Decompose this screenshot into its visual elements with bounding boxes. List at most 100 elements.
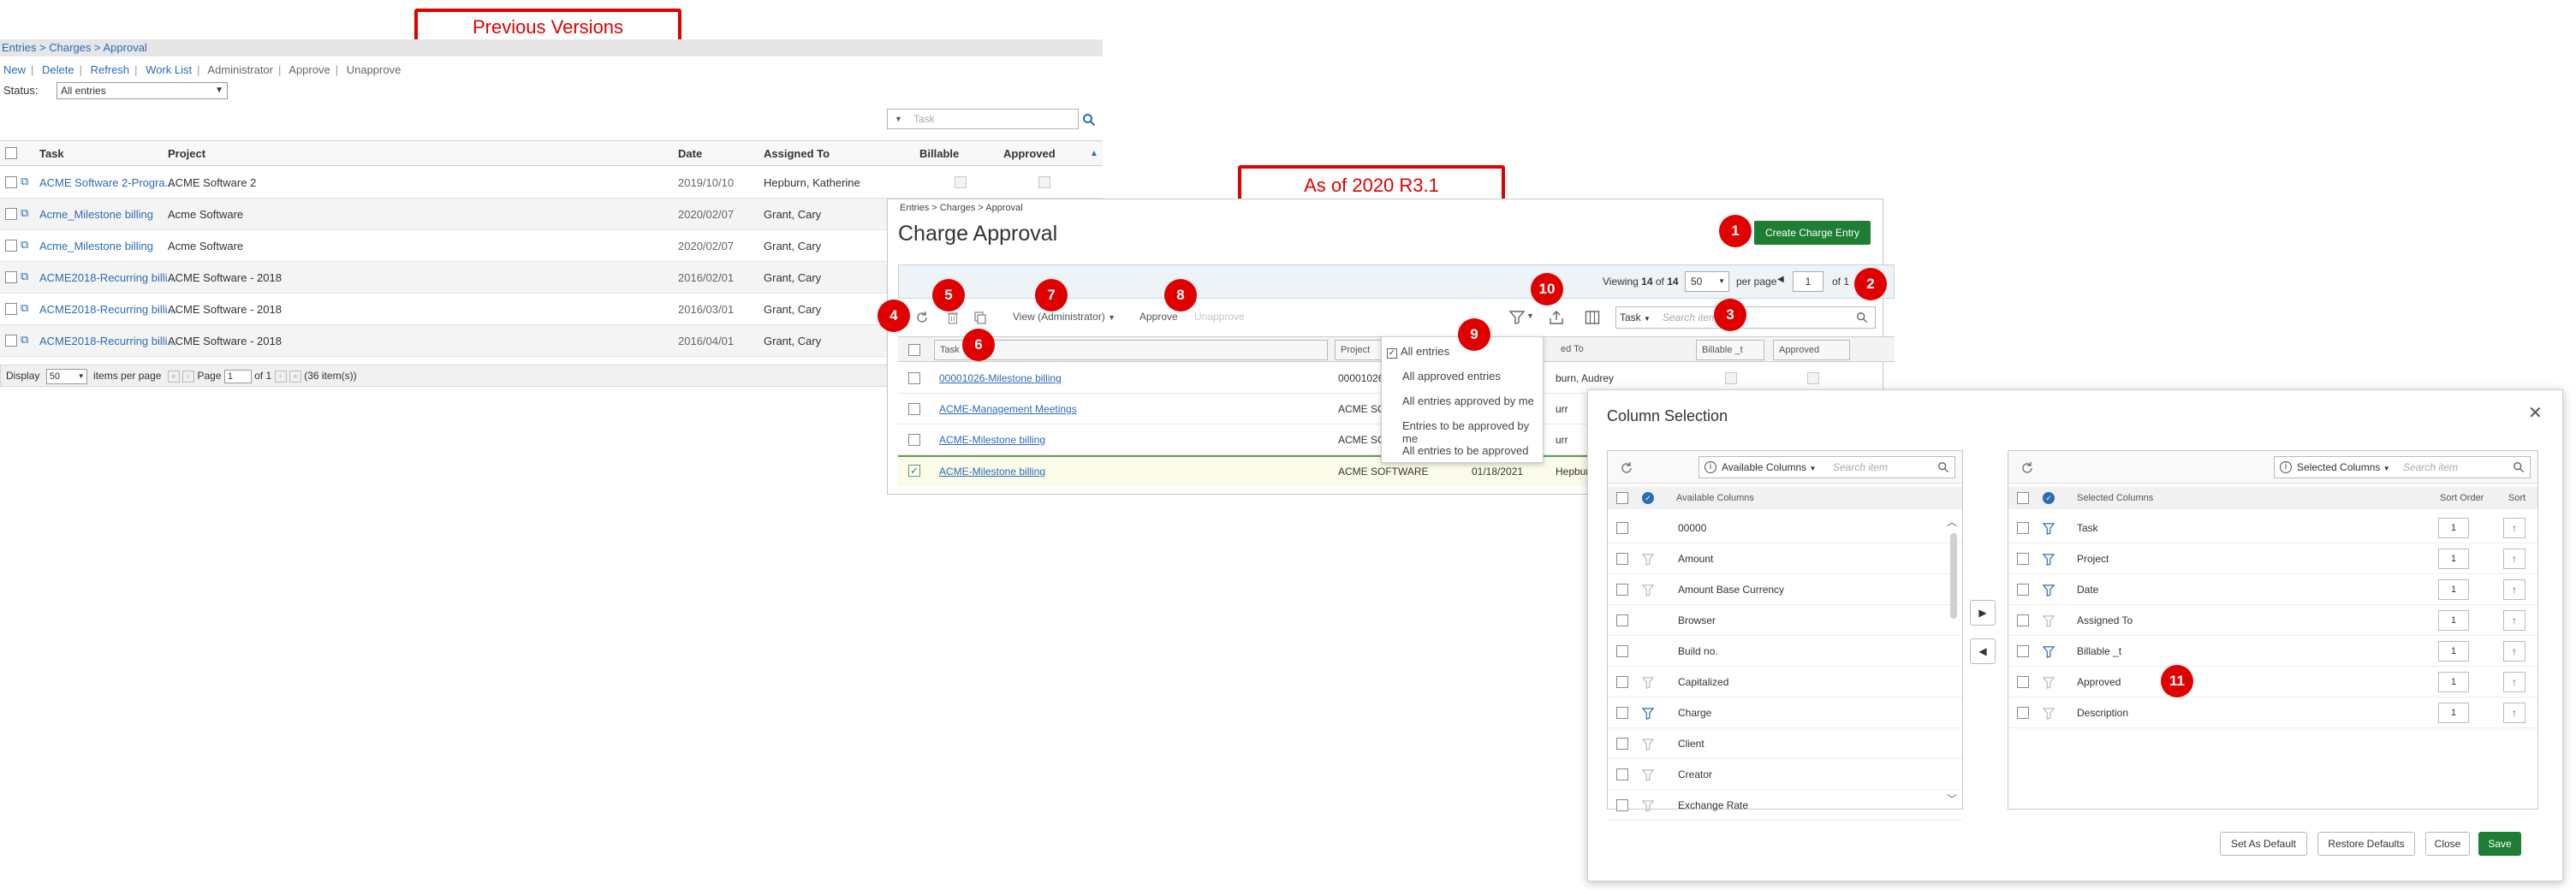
sort-arrow-icon[interactable]: ↑ (2503, 641, 2525, 662)
select-all-checkbox[interactable] (2017, 492, 2029, 504)
available-column-item[interactable]: Build no. (1608, 636, 1962, 667)
columns-icon[interactable] (1585, 310, 1600, 325)
old-col-billable[interactable]: Billable (919, 141, 959, 167)
old-col-date[interactable]: Date (678, 141, 702, 167)
filter-option-to-be-approved[interactable]: All entries to be approved (1402, 444, 1528, 457)
delete-icon[interactable] (946, 311, 960, 324)
row-checkbox[interactable] (1616, 645, 1628, 657)
sort-arrow-icon[interactable]: ↑ (2503, 549, 2525, 569)
available-dropdown[interactable]: Available Columns ▼ (1722, 461, 1816, 473)
old-task-search[interactable]: ▼ Task (887, 109, 1079, 129)
filter-option-all-entries[interactable]: ✓ All entries (1387, 345, 1449, 359)
available-column-item[interactable]: Creator (1608, 759, 1962, 790)
old-row-task[interactable]: Acme_Milestone billing (39, 199, 153, 230)
old-col-project[interactable]: Project (168, 141, 205, 167)
select-all-check-icon[interactable]: ✓ (1642, 492, 1654, 504)
first-page-icon[interactable]: « (167, 370, 180, 383)
available-column-item[interactable]: Charge (1608, 697, 1962, 728)
row-checkbox[interactable] (908, 434, 920, 446)
row-checkbox[interactable] (5, 208, 17, 220)
old-status-select[interactable]: All entries ▼ (57, 82, 228, 99)
search-icon[interactable] (2513, 461, 2525, 473)
sort-arrow-icon[interactable]: ↑ (2503, 518, 2525, 538)
export-icon[interactable] (1549, 310, 1564, 325)
old-row-task[interactable]: ACME Software 2-Progra... (39, 167, 175, 199)
create-charge-entry-button[interactable]: Create Charge Entry (1754, 221, 1871, 245)
old-table-row[interactable]: ⧉ ACME Software 2-Progra... ACME Softwar… (0, 167, 1103, 199)
scroll-down-icon[interactable]: ﹀ (1947, 792, 1957, 806)
filter-icon[interactable] (2042, 516, 2055, 547)
filter-icon[interactable] (1641, 732, 1655, 762)
row-checkbox[interactable] (1616, 738, 1628, 750)
new-row-task[interactable]: 00001026-Milestone billing (939, 363, 1062, 394)
selected-column-item[interactable]: Project 1 ↑ (2008, 543, 2537, 574)
unapprove-button[interactable]: Unapprove (1194, 311, 1245, 323)
close-icon[interactable]: ✕ (2528, 402, 2543, 424)
move-right-button[interactable]: ▶ (1970, 600, 1996, 626)
filter-icon[interactable] (2042, 670, 2055, 701)
new-row-task[interactable]: ACME-Management Meetings (939, 394, 1077, 424)
row-checkbox[interactable] (2017, 522, 2029, 534)
new-breadcrumb[interactable]: Entries > Charges > Approval (900, 203, 1023, 213)
old-display-select[interactable]: 50 ▼ (45, 368, 87, 384)
old-row-task[interactable]: ACME2018-Recurring billi... (39, 294, 176, 325)
old-menu-unapprove[interactable]: Unapprove (347, 63, 402, 76)
sort-order-input[interactable]: 1 (2438, 549, 2469, 569)
set-as-default-button[interactable]: Set As Default (2220, 832, 2307, 856)
filter-icon[interactable] (2042, 701, 2055, 732)
scrollbar-thumb[interactable] (1950, 533, 1957, 619)
filter-icon[interactable] (1641, 547, 1655, 578)
row-checkbox[interactable] (5, 303, 17, 315)
row-checkbox[interactable] (908, 403, 920, 415)
old-breadcrumb[interactable]: Entries > Charges > Approval (0, 39, 1103, 56)
copy-icon[interactable] (973, 311, 987, 324)
approve-button[interactable]: Approve (1139, 311, 1178, 323)
sort-order-input[interactable]: 1 (2438, 703, 2469, 723)
available-column-item[interactable]: Amount Base Currency (1608, 574, 1962, 605)
close-button[interactable]: Close (2425, 832, 2470, 856)
row-checkbox[interactable] (2017, 614, 2029, 626)
filter-icon[interactable] (1641, 701, 1655, 732)
select-all-checkbox[interactable] (1616, 492, 1628, 504)
row-checkbox[interactable] (5, 335, 17, 347)
sort-arrow-icon[interactable]: ↑ (2503, 703, 2525, 723)
filter-icon[interactable] (1509, 311, 1525, 324)
selected-column-item[interactable]: Approved 1 ↑ (2008, 667, 2537, 697)
sort-arrow-icon[interactable]: ↑ (2503, 672, 2525, 692)
row-checkbox[interactable] (1616, 522, 1628, 534)
selected-column-item[interactable]: Task 1 ↑ (2008, 513, 2537, 543)
restore-defaults-button[interactable]: Restore Defaults (2317, 832, 2415, 856)
new-row-task[interactable]: ACME-Milestone billing (939, 424, 1045, 455)
filter-option-to-be-approved-by-me[interactable]: Entries to be approved by me (1402, 419, 1543, 445)
per-page-select[interactable]: 50 ▼ (1685, 271, 1729, 292)
new-col-approved[interactable]: Approved (1773, 340, 1850, 360)
search-icon[interactable] (1082, 113, 1096, 127)
caret-down-icon[interactable]: ▼ (1526, 312, 1534, 320)
prev-page-icon[interactable]: ‹ (182, 370, 195, 383)
old-row-task[interactable]: Acme_Milestone billing (39, 230, 153, 262)
move-left-button[interactable]: ◀ (1970, 638, 1996, 664)
available-search-box[interactable]: i Available Columns ▼ Search item (1698, 456, 1955, 478)
filter-icon[interactable] (2042, 639, 2055, 670)
row-checkbox[interactable] (1616, 768, 1628, 780)
filter-icon[interactable] (1641, 793, 1655, 824)
new-col-billable[interactable]: Billable _t (1696, 340, 1764, 360)
prev-page-icon[interactable]: ◀ (1777, 275, 1784, 284)
row-checkbox[interactable] (1616, 553, 1628, 565)
selected-column-item[interactable]: Description 1 ↑ (2008, 697, 2537, 728)
row-checkbox-checked[interactable]: ✓ (908, 465, 920, 477)
old-row-task[interactable]: ACME2018-Recurring billi... (39, 262, 176, 294)
filter-icon[interactable] (1641, 578, 1655, 608)
old-menu-approve[interactable]: Approve (289, 63, 330, 76)
selected-column-item[interactable]: Date 1 ↑ (2008, 574, 2537, 605)
sort-order-input[interactable]: 1 (2438, 641, 2469, 662)
new-row-task[interactable]: ACME-Milestone billing (939, 457, 1045, 486)
row-checkbox[interactable] (2017, 645, 2029, 657)
filter-icon[interactable] (1641, 670, 1655, 701)
old-menu-work-list[interactable]: Work List (146, 63, 192, 76)
old-menu-refresh[interactable]: Refresh (91, 63, 130, 76)
row-checkbox[interactable] (2017, 707, 2029, 719)
new-select-all-checkbox[interactable] (908, 344, 920, 356)
refresh-icon[interactable] (2020, 461, 2034, 475)
select-all-check-icon[interactable]: ✓ (2043, 492, 2055, 504)
